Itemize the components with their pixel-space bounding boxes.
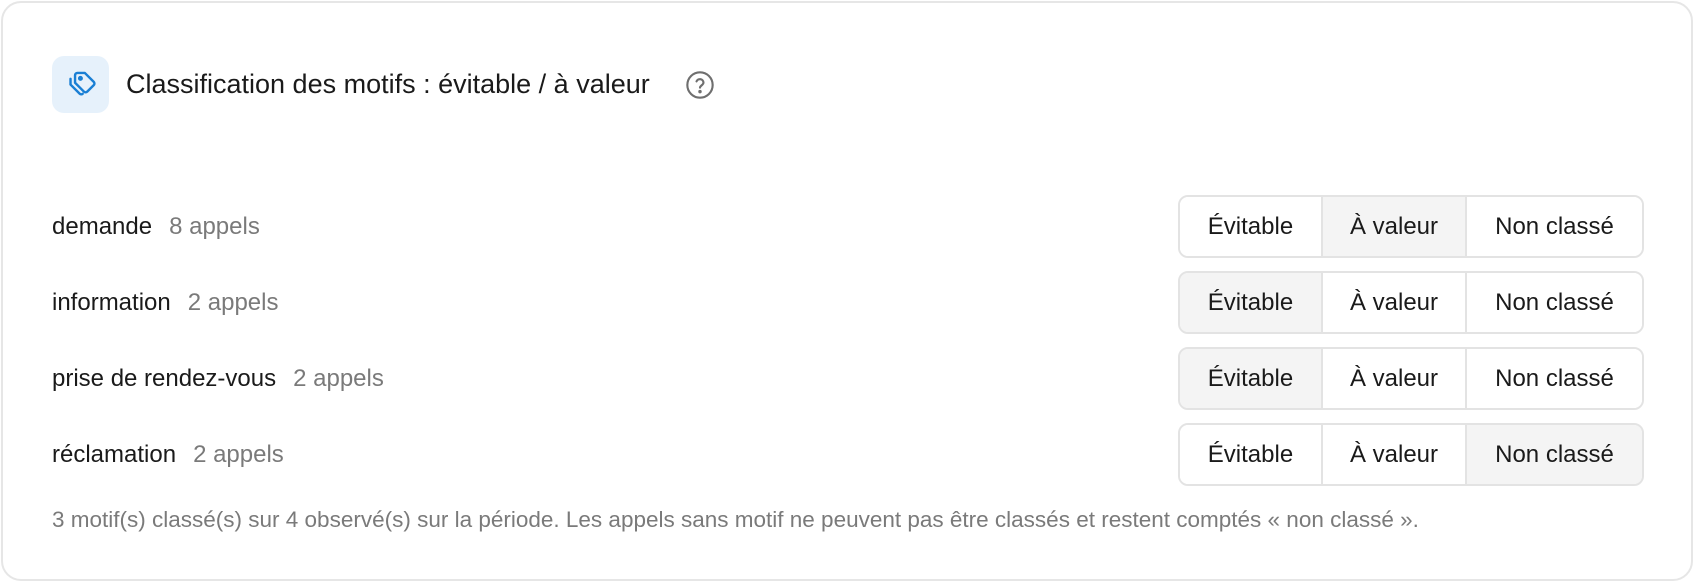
motif-row-demande: demande 8 appels Évitable À valeur Non c… (52, 195, 1644, 258)
option-a-valeur-button[interactable]: À valeur (1321, 425, 1465, 484)
classification-footnote: 3 motif(s) classé(s) sur 4 observé(s) su… (52, 507, 1419, 532)
option-non-classe-button[interactable]: Non classé (1465, 425, 1642, 484)
card-title: Classification des motifs : évitable / à… (126, 69, 650, 99)
motif-name: réclamation (52, 440, 177, 468)
classification-selector: Évitable À valeur Non classé (1178, 423, 1644, 486)
motif-row-prise-de-rendez-vous: prise de rendez-vous 2 appels Évitable À… (52, 347, 1644, 410)
motif-label: information 2 appels (52, 289, 278, 317)
motif-name: demande (52, 212, 153, 240)
option-evitable-button[interactable]: Évitable (1180, 425, 1321, 484)
motif-row-reclamation: réclamation 2 appels Évitable À valeur N… (52, 423, 1644, 486)
classification-card: Classification des motifs : évitable / à… (1, 1, 1693, 581)
option-a-valeur-button[interactable]: À valeur (1321, 197, 1465, 256)
tags-icon (52, 56, 109, 113)
motif-name: information (52, 288, 171, 316)
option-non-classe-button[interactable]: Non classé (1465, 197, 1642, 256)
motif-name: prise de rendez-vous (52, 364, 277, 392)
classification-selector: Évitable À valeur Non classé (1178, 347, 1644, 410)
question-circle-icon[interactable] (684, 69, 716, 101)
motif-row-information: information 2 appels Évitable À valeur N… (52, 271, 1644, 334)
option-a-valeur-button[interactable]: À valeur (1321, 273, 1465, 332)
classification-selector: Évitable À valeur Non classé (1178, 195, 1644, 258)
option-a-valeur-button[interactable]: À valeur (1321, 349, 1465, 408)
call-count: 2 appels (187, 288, 279, 316)
call-count: 2 appels (193, 440, 284, 468)
motif-label: réclamation 2 appels (52, 441, 284, 469)
call-count: 8 appels (169, 212, 260, 240)
motif-label: demande 8 appels (52, 213, 260, 241)
option-evitable-button[interactable]: Évitable (1180, 273, 1321, 332)
motif-label: prise de rendez-vous 2 appels (52, 365, 384, 393)
option-evitable-button[interactable]: Évitable (1180, 197, 1321, 256)
call-count: 2 appels (293, 364, 384, 392)
option-evitable-button[interactable]: Évitable (1180, 349, 1321, 408)
classification-selector: Évitable À valeur Non classé (1178, 271, 1644, 334)
option-non-classe-button[interactable]: Non classé (1465, 349, 1642, 408)
option-non-classe-button[interactable]: Non classé (1465, 273, 1642, 332)
card-header: Classification des motifs : évitable / à… (52, 56, 716, 113)
